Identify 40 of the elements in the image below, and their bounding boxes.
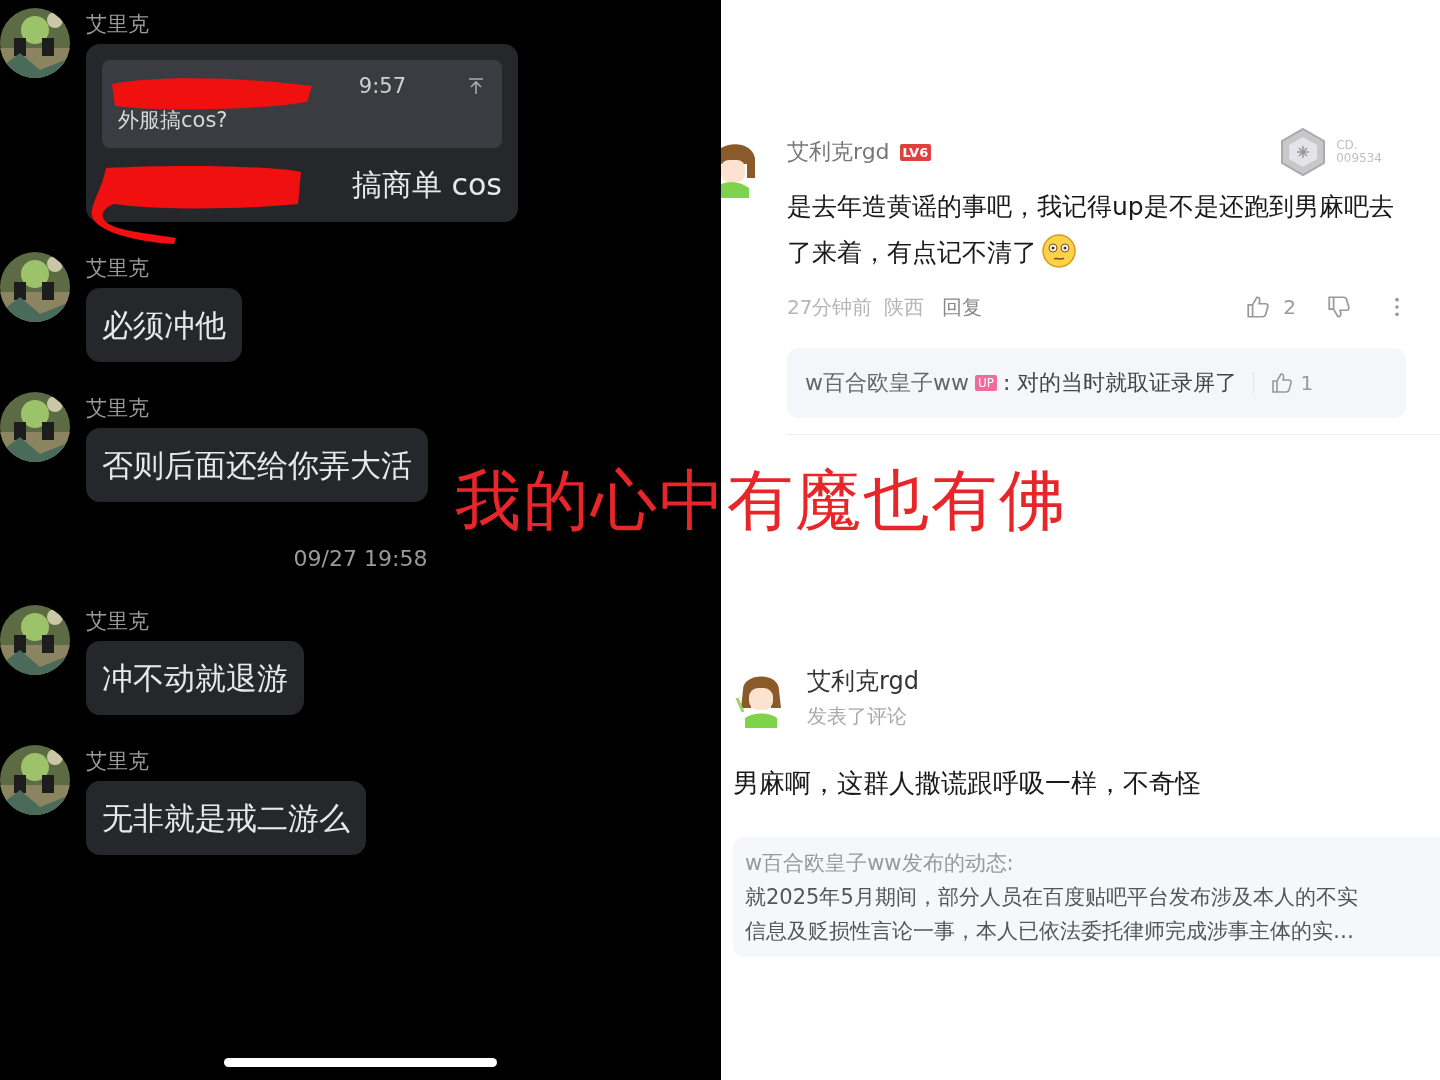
reply-text: : 对的当时就取证录屏了 [1003, 369, 1238, 397]
quote-time: 9:57 [358, 74, 406, 98]
post-action: 发表了评论 [807, 703, 908, 730]
user-name[interactable]: 艾利克rgd [807, 665, 919, 697]
message-text: 冲不动就退游 [102, 660, 288, 696]
up-badge: UP [975, 375, 997, 391]
message-text: 必须冲他 [102, 307, 226, 343]
medal-code: CD. [1336, 139, 1359, 152]
thumbs-up-icon[interactable] [1245, 294, 1272, 320]
sender-name: 艾里克 [86, 11, 149, 38]
sender-name: 艾里克 [86, 395, 149, 422]
reply-button[interactable]: 回复 [936, 293, 983, 321]
quote-body: 信息及贬损性言论一事，本人已依法委托律师完成涉事主体的实… [745, 918, 1355, 945]
quote-text: 外服搞cos? [118, 107, 229, 134]
comment-location: 陕西 [884, 293, 925, 321]
user-name[interactable]: 艾利克rgd [787, 137, 890, 167]
chat-timestamp: 09/27 19:58 [293, 546, 428, 571]
level-badge: LV6 [899, 143, 932, 161]
sender-name: 艾里克 [86, 748, 149, 775]
like-count: 2 [1283, 295, 1296, 319]
sender-name: 艾里克 [86, 255, 149, 282]
hexagon-medal-icon [1280, 127, 1327, 177]
message-text: 无非就是戒二游么 [102, 800, 350, 836]
more-icon[interactable] [1394, 296, 1400, 318]
reply-author[interactable]: w百合欧皇子ww [805, 368, 969, 398]
thumbs-down-icon[interactable] [1326, 294, 1352, 320]
message-text: 搞商单 cos [352, 166, 502, 204]
overlay-caption: 我的心中有魔也有佛 [455, 461, 1067, 541]
avatar-drawing [721, 142, 757, 198]
medal-code: 009534 [1336, 152, 1382, 165]
quote-body: 就2025年5月期间，部分人员在百度贴吧平台发布涉及本人的不实 [745, 884, 1359, 911]
arrow-up-icon[interactable] [466, 76, 486, 96]
message-text: 否则后面还给你弄大活 [102, 447, 412, 483]
post-text: 男麻啊，这群人撒谎跟呼吸一样，不奇怪 [733, 767, 1202, 800]
like-count: 1 [1300, 371, 1314, 395]
quote-header: w百合欧皇子ww发布的动态: [745, 850, 1015, 877]
comment-time: 27分钟前 [787, 293, 873, 321]
comment-text: 是去年造黄谣的事吧，我记得up是不是还跑到男麻吧去了来着，有点记不清了 [787, 192, 1394, 267]
thumbs-up-icon[interactable] [1270, 371, 1295, 395]
sender-name: 艾里克 [86, 608, 149, 635]
